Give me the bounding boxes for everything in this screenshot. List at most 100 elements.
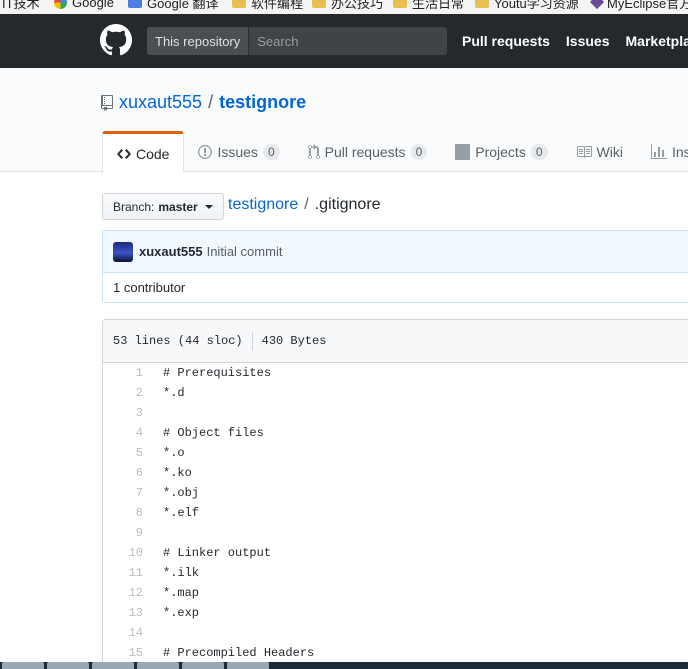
line-content: *.ilk [163,566,200,580]
bookmark-myeclipse[interactable]: MyEclipse官方 [589,0,688,12]
line-number[interactable]: 12 [103,586,153,600]
branch-select-button[interactable]: Branch: master [102,193,224,220]
tab-label: Code [136,145,170,162]
line-number[interactable]: 7 [103,486,153,500]
bookmark-programming[interactable]: 软件编程 [232,0,303,12]
code-line: 3 [103,403,688,423]
bookmarks-bar: IT技术 Google Google 翻译 软件编程 办公技巧 生活日常 You… [0,0,688,14]
nav-marketplace[interactable]: Marketplace [626,33,688,49]
taskbar-item[interactable] [227,662,269,669]
tab-label: Pull requests [324,143,406,160]
file-size: 430 Bytes [261,334,327,348]
line-number[interactable]: 5 [103,446,153,460]
bookmark-translate[interactable]: Google 翻译 [128,0,219,12]
line-content: *.exp [163,606,200,620]
github-logo-icon[interactable] [100,24,132,56]
repo-owner-link[interactable]: xuxaut555 [119,92,202,113]
line-number[interactable]: 1 [103,366,153,380]
repo-path-separator: / [208,92,214,112]
graph-icon [650,143,667,159]
line-content: # Precompiled Headers [163,646,315,660]
code-line: 15 # Precompiled Headers [103,643,688,663]
line-number[interactable]: 15 [103,646,153,660]
search-input[interactable] [249,27,447,55]
tab-code[interactable]: Code [102,131,185,173]
code-line: 1 # Prerequisites [103,363,688,383]
code-line: 6 *.ko [103,463,688,483]
folder-icon [312,0,326,8]
bookmark-label: 软件编程 [251,0,304,11]
tab-label: Wiki [596,143,623,160]
bookmark-label: Google 翻译 [147,0,219,11]
line-number[interactable]: 14 [103,626,153,640]
line-number[interactable]: 2 [103,386,153,400]
tab-insights[interactable]: Insights [637,131,688,172]
tab-issues[interactable]: Issues 0 [184,131,293,172]
bookmark-it[interactable]: IT技术 [2,0,40,12]
tab-wiki[interactable]: Wiki [562,131,637,172]
line-number[interactable]: 10 [103,546,153,560]
bookmark-life[interactable]: 生活日常 [393,0,464,12]
commit-tease: xuxaut555 Initial commit [102,230,688,273]
project-icon [455,143,471,160]
commit-author-link[interactable]: xuxaut555 [139,244,203,259]
search-box: This repository [147,27,447,55]
header-nav: Pull requests Issues Marketplace [462,28,688,54]
repo-name-link[interactable]: testignore [219,92,306,113]
search-scope-label: This repository [147,27,250,55]
line-number[interactable]: 4 [103,426,153,440]
breadcrumb-repo-link[interactable]: testignore [228,196,298,214]
bookmark-label: 办公技巧 [331,0,384,11]
line-number[interactable]: 11 [103,566,153,580]
code-line: 11 *.ilk [103,563,688,583]
taskbar-item[interactable] [47,662,89,669]
nav-issues[interactable]: Issues [566,33,610,49]
contributors-summary[interactable]: 1 contributor [102,272,688,303]
code-line: 13 *.exp [103,603,688,623]
issue-icon [198,144,213,159]
line-number[interactable]: 6 [103,466,153,480]
breadcrumb-separator: / [304,196,309,213]
nav-pull-requests[interactable]: Pull requests [462,33,550,49]
code-line: 14 [103,623,688,643]
taskbar-item[interactable] [92,662,134,669]
taskbar-item[interactable] [137,662,179,669]
code-line: 5 *.o [103,443,688,463]
bookmark-office[interactable]: 办公技巧 [312,0,383,12]
line-content: # Object files [163,426,264,440]
folder-icon [232,0,246,8]
eclipse-icon [589,0,605,10]
bookmark-google[interactable]: Google [54,0,114,12]
file-lines-info: 53 lines (44 sloc) [113,334,243,348]
taskbar-item[interactable] [182,662,224,669]
code-view: 1 # Prerequisites 2 *.d 3 4 # Object files 5 *.o… [103,363,688,663]
tab-pull-requests[interactable]: Pull requests 0 [294,131,442,172]
code-line: 10 # Linker output [103,543,688,563]
site-header: This repository Pull requests Issues Mar… [0,14,688,68]
contributors-label: 1 contributor [113,280,186,295]
code-line: 12 *.map [103,583,688,603]
line-number[interactable]: 8 [103,506,153,520]
line-number[interactable]: 3 [103,406,153,420]
tab-label: Insights [671,143,688,160]
issues-count-badge: 0 [262,143,280,160]
line-content: *.ko [163,466,192,480]
bookmark-label: Youtu学习资源 [494,0,579,11]
bookmark-label: MyEclipse官方 [607,0,688,11]
file-box: 53 lines (44 sloc) 430 Bytes 1 # Prerequi… [102,319,688,669]
line-number[interactable]: 9 [103,526,153,540]
taskbar [0,662,688,669]
line-content: *.obj [163,486,200,500]
commit-message-link[interactable]: Initial commit [207,244,283,259]
line-content: # Linker output [163,546,272,560]
avatar[interactable] [113,241,133,262]
bookmark-youtu[interactable]: Youtu学习资源 [475,0,579,12]
taskbar-item[interactable] [2,662,44,669]
code-line: 9 [103,523,688,543]
line-content: *.elf [163,506,200,520]
code-line: 2 *.d [103,383,688,403]
line-number[interactable]: 13 [103,606,153,620]
tab-projects[interactable]: Projects 0 [441,131,561,172]
code-line: 7 *.obj [103,483,688,503]
bookmark-label: 生活日常 [412,0,465,11]
